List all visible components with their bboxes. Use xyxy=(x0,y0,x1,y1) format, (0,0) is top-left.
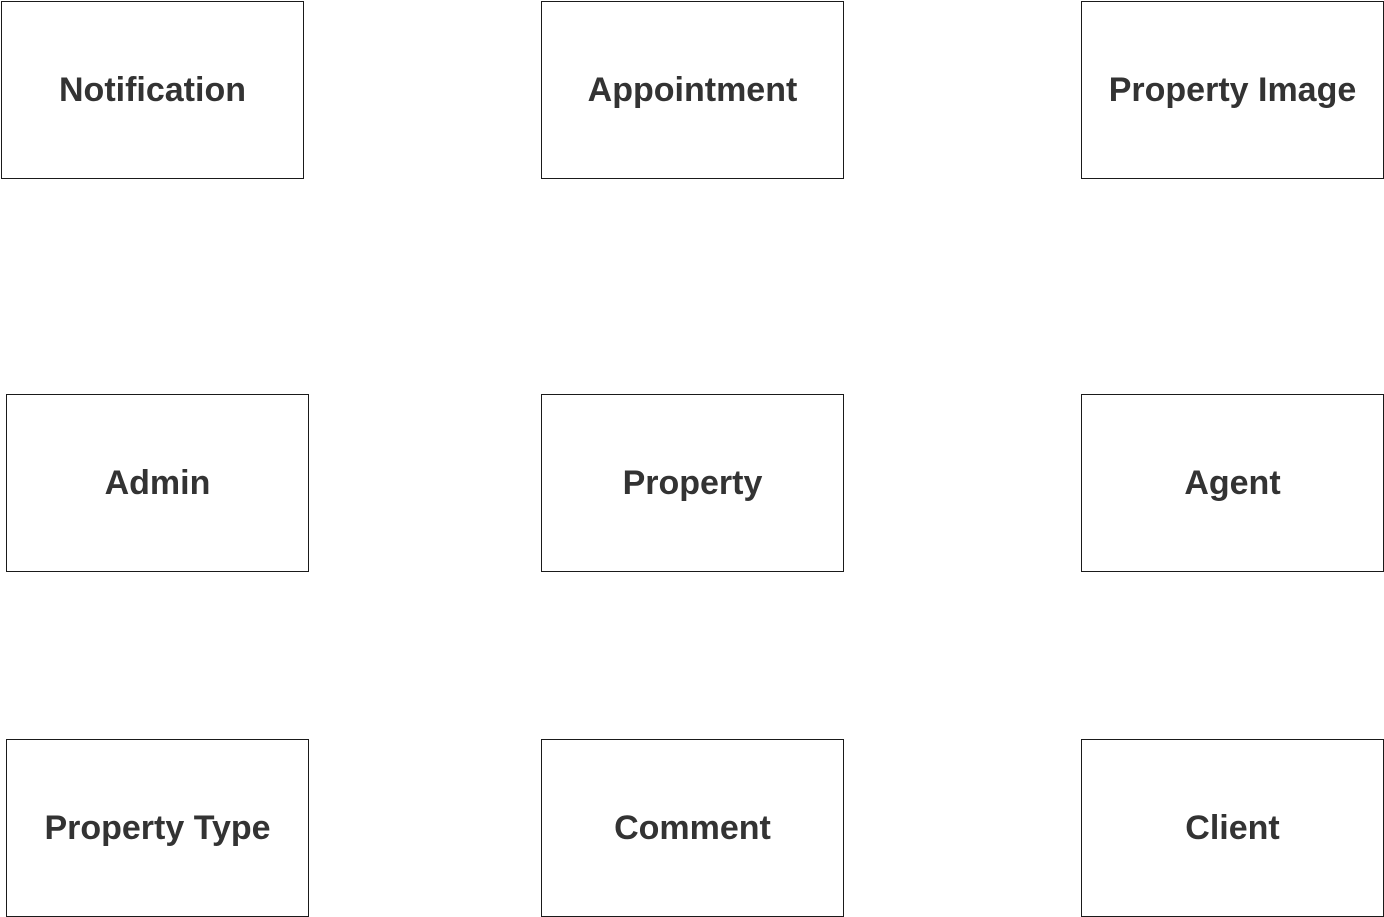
entity-label: Property Image xyxy=(1108,70,1357,109)
entity-label: Notification xyxy=(59,70,246,109)
entity-label: Admin xyxy=(104,463,211,502)
entity-label: Client xyxy=(1185,808,1280,847)
entity-label: Agent xyxy=(1184,463,1281,502)
entity-label: Appointment xyxy=(587,70,798,109)
entity-label: Comment xyxy=(614,808,771,847)
entity-property-image[interactable]: Property Image xyxy=(1081,1,1384,179)
entity-property-type[interactable]: Property Type xyxy=(6,739,309,917)
entity-appointment[interactable]: Appointment xyxy=(541,1,844,179)
entity-agent[interactable]: Agent xyxy=(1081,394,1384,572)
entity-admin[interactable]: Admin xyxy=(6,394,309,572)
entity-notification[interactable]: Notification xyxy=(1,1,304,179)
entity-comment[interactable]: Comment xyxy=(541,739,844,917)
entity-property[interactable]: Property xyxy=(541,394,844,572)
entity-label: Property xyxy=(622,463,763,502)
entity-label: Property Type xyxy=(44,808,271,847)
entity-client[interactable]: Client xyxy=(1081,739,1384,917)
